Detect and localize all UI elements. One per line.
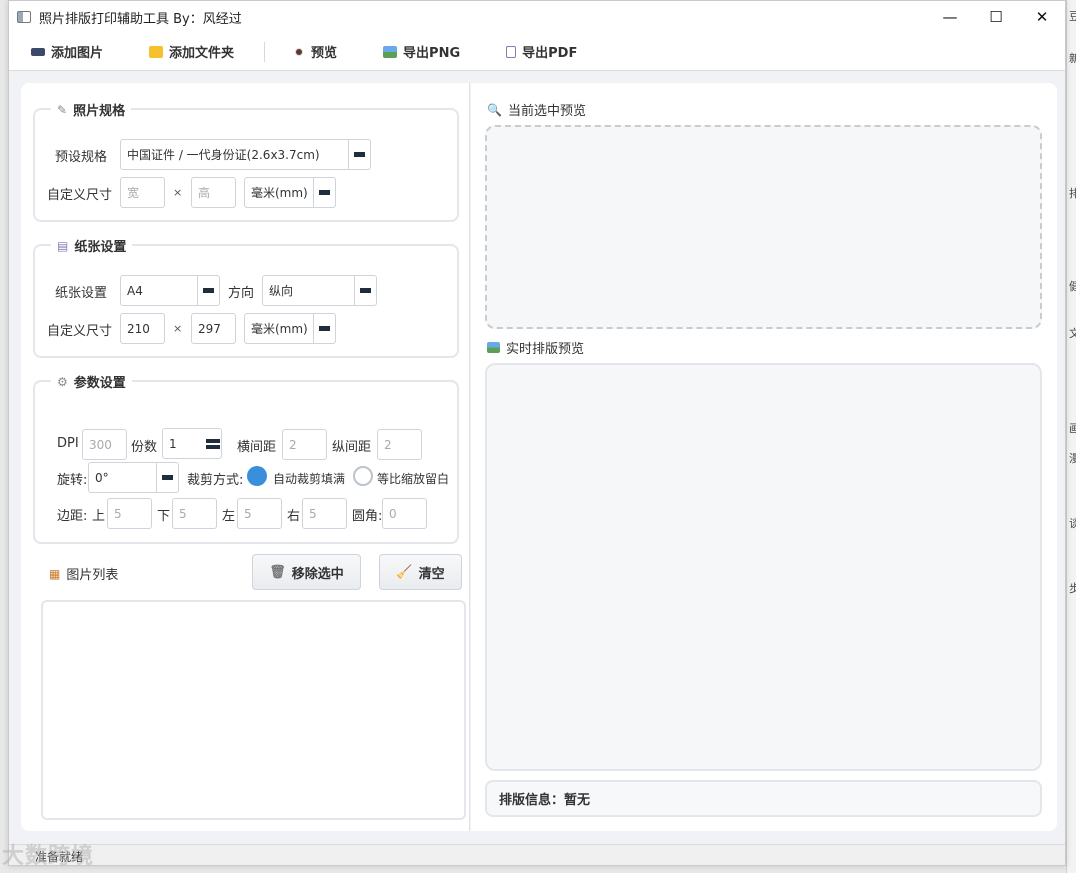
image-list-title: 图片列表 [66,568,119,583]
photo-custom-size-label: 自定义尺寸 [47,188,113,203]
chevron-down-icon[interactable] [156,463,178,492]
rotate-label: 旋转: [57,473,88,488]
times-symbol: × [173,322,183,335]
toolbar-separator [264,41,266,62]
export-pdf-button[interactable]: 导出PDF [506,33,577,71]
crop-auto-label: 自动裁剪填满 [273,472,346,486]
document-icon [506,45,517,58]
preset-select[interactable]: 中国证件 / 一代身份证(2.6x3.7cm) [120,139,371,170]
crop-label: 裁剪方式: [187,473,244,488]
title-bar: 照片排版打印辅助工具 By：风经过 — ☐ ✕ [9,1,1065,33]
export-png-button[interactable]: 导出PNG [383,33,460,71]
minimize-button[interactable]: — [927,1,973,33]
margin-label: 边距: [57,509,88,524]
chevron-down-icon[interactable] [348,140,370,169]
dpi-input[interactable]: 300 [82,429,127,460]
clear-button[interactable]: 🧹 清空 [379,554,462,590]
paper-label: 纸张设置 [55,286,108,301]
margin-top-input[interactable]: 5 [107,498,152,529]
crop-fit-radio[interactable] [353,466,373,486]
image-list[interactable] [41,600,466,820]
margin-right-input[interactable]: 5 [302,498,347,529]
app-icon [17,11,31,23]
paper-unit-select[interactable]: 毫米(mm) [244,313,336,344]
status-bar: 准备就绪 [9,844,1065,865]
times-symbol: × [173,186,183,199]
corner-radius-label: 圆角: [352,509,383,524]
add-image-button[interactable]: 添加图片 [31,33,103,71]
image-list-header: ▦ 图片列表 [49,564,119,584]
toolbar: 添加图片 添加文件夹 预览 导出PNG 导出PDF [9,33,1065,71]
remove-selected-button[interactable]: 🗑 移除选中 [252,554,361,590]
photo-unit-select[interactable]: 毫米(mm) [244,177,336,208]
magnifier-icon: 🔍 [487,102,502,117]
current-preview-box [485,125,1042,329]
preview-panel: 🔍 当前选中预览 实时排版预览 排版信息：暂无 [471,83,1057,831]
photo-spec-group: ✎ 照片规格 预设规格 中国证件 / 一代身份证(2.6x3.7cm) 自定义尺… [33,100,459,222]
live-preview-title: 实时排版预览 [506,342,585,357]
rotate-select[interactable]: 0° [88,462,179,493]
copies-label: 份数 [131,440,158,455]
paper-select[interactable]: A4 [120,275,220,306]
chevron-down-icon[interactable] [313,178,335,207]
add-folder-button[interactable]: 添加文件夹 [149,33,234,71]
folder-icon [149,45,164,58]
crop-auto-radio[interactable] [247,466,267,486]
paper-width-input[interactable]: 210 [120,313,165,344]
close-button[interactable]: ✕ [1019,1,1065,33]
hgap-label: 横间距 [237,440,277,455]
eye-icon [295,47,304,56]
trash-icon: 🗑 [269,564,286,580]
ruler-icon: ✎ [57,102,68,117]
paper-title: 纸张设置 [74,240,127,255]
paper-custom-size-label: 自定义尺寸 [47,324,113,339]
margin-bottom-label: 下 [157,509,171,524]
preview-button[interactable]: 预览 [295,33,337,71]
document-icon: ▤ [57,238,69,253]
app-window: 照片排版打印辅助工具 By：风经过 — ☐ ✕ 添加图片 添加文件夹 预览 导出… [8,0,1066,866]
hgap-input[interactable]: 2 [282,429,327,460]
paper-height-input[interactable]: 297 [191,313,236,344]
settings-panel: ✎ 照片规格 预设规格 中国证件 / 一代身份证(2.6x3.7cm) 自定义尺… [21,83,469,831]
current-preview-title: 当前选中预览 [507,104,586,119]
margin-bottom-input[interactable]: 5 [172,498,217,529]
margin-left-input[interactable]: 5 [237,498,282,529]
watermark-logo: 大数跨境 [2,844,95,869]
gear-icon: ⚙ [57,374,68,389]
copies-stepper[interactable] [205,429,221,458]
picture-icon [487,342,500,353]
photo-width-input[interactable]: 宽 [120,177,165,208]
broom-icon: 🧹 [396,564,413,580]
params-title: 参数设置 [73,376,126,391]
chevron-down-icon[interactable] [197,276,219,305]
live-preview-header: 实时排版预览 [487,338,584,357]
photo-spec-title: 照片规格 [73,104,126,119]
window-title: 照片排版打印辅助工具 By：风经过 [39,11,242,27]
vgap-label: 纵间距 [332,440,372,455]
preset-label: 预设规格 [55,150,108,165]
params-group: ⚙ 参数设置 DPI 300 份数 1 横间距 2 纵间距 2 旋转: 0° 裁… [33,372,459,544]
paper-group: ▤ 纸张设置 纸张设置 A4 方向 纵向 自定义尺寸 210 × 297 毫米(… [33,236,459,358]
chevron-down-icon[interactable] [313,314,335,343]
margin-top-label: 上 [92,509,106,524]
chevron-down-icon[interactable] [354,276,376,305]
camera-icon [31,47,45,56]
margin-left-label: 左 [222,509,236,524]
crop-fit-label: 等比缩放留白 [377,472,450,486]
panel-divider [469,83,470,831]
live-preview-canvas [485,363,1042,771]
margin-right-label: 右 [287,509,301,524]
layout-info: 排版信息：暂无 [485,780,1042,817]
orientation-label: 方向 [228,286,255,301]
picture-icon [383,45,398,58]
photo-height-input[interactable]: 高 [191,177,236,208]
vgap-input[interactable]: 2 [377,429,422,460]
orientation-select[interactable]: 纵向 [262,275,377,306]
background-window-strip: 豆新排健文画漫谈步 [1066,0,1076,873]
current-preview-header: 🔍 当前选中预览 [487,100,586,120]
corner-radius-input[interactable]: 0 [382,498,427,529]
clipboard-icon: ▦ [49,566,61,581]
dpi-label: DPI [57,436,79,451]
maximize-button[interactable]: ☐ [973,1,1019,33]
